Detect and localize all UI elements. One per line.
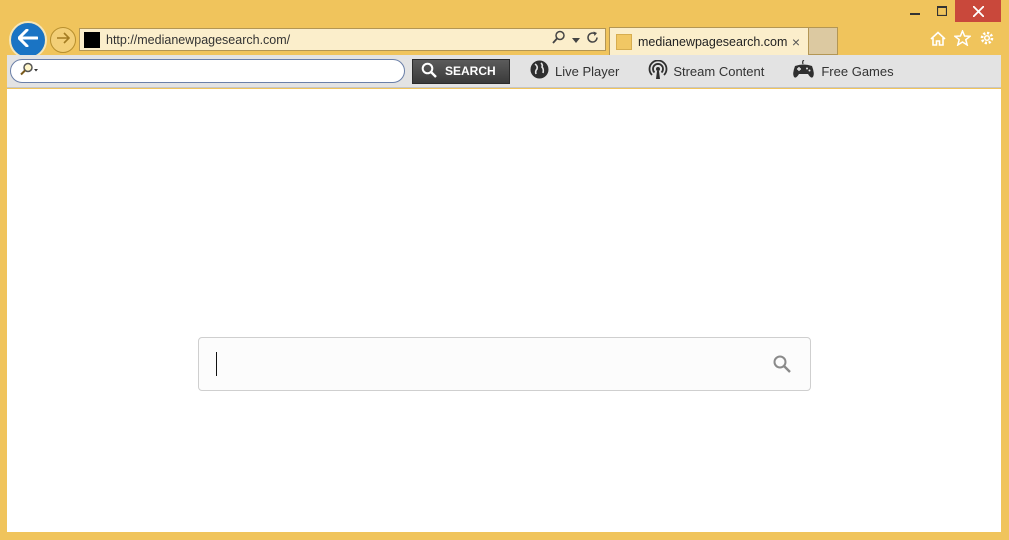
back-button[interactable] bbox=[9, 21, 47, 59]
tab-title: medianewpagesearch.com bbox=[638, 34, 788, 49]
minimize-button[interactable] bbox=[901, 0, 928, 22]
toolbar-search-input[interactable] bbox=[10, 59, 405, 83]
live-player-link[interactable]: Live Player bbox=[529, 59, 619, 83]
search-icon[interactable] bbox=[772, 354, 792, 379]
gamepad-icon bbox=[791, 58, 816, 83]
home-icon[interactable] bbox=[930, 30, 946, 51]
search-icon bbox=[19, 62, 41, 81]
new-tab-button[interactable] bbox=[809, 27, 838, 55]
tab-active[interactable]: medianewpagesearch.com × bbox=[609, 27, 809, 55]
maximize-button[interactable] bbox=[928, 0, 955, 22]
globe-icon bbox=[529, 59, 550, 83]
text-caret bbox=[216, 352, 217, 376]
forward-button[interactable] bbox=[50, 27, 76, 53]
live-player-label: Live Player bbox=[555, 63, 620, 79]
address-bar[interactable]: http://medianewpagesearch.com/ bbox=[79, 28, 606, 51]
free-games-link[interactable]: Free Games bbox=[791, 58, 894, 83]
free-games-label: Free Games bbox=[821, 63, 894, 79]
close-window-button[interactable] bbox=[955, 0, 1001, 22]
refresh-icon[interactable] bbox=[586, 31, 599, 49]
stream-content-link[interactable]: Stream Content bbox=[648, 59, 765, 83]
toolbar-search-button[interactable]: SEARCH bbox=[412, 58, 510, 84]
window-controls bbox=[901, 0, 1001, 22]
browser-window: http://medianewpagesearch.com/ medianewp… bbox=[0, 0, 1009, 540]
search-toolbar: SEARCH Live Player Stream Content Free G… bbox=[7, 55, 1001, 88]
close-tab-button[interactable]: × bbox=[792, 34, 800, 50]
url-text[interactable]: http://medianewpagesearch.com/ bbox=[106, 33, 552, 47]
site-favicon bbox=[84, 31, 100, 48]
gear-icon[interactable] bbox=[979, 30, 995, 51]
search-button-label: SEARCH bbox=[445, 64, 496, 78]
search-icon bbox=[421, 62, 437, 81]
star-icon[interactable] bbox=[953, 29, 972, 51]
page-content bbox=[7, 89, 1001, 532]
forward-arrow-icon bbox=[56, 31, 71, 49]
main-search-input[interactable] bbox=[198, 337, 811, 391]
stream-content-label: Stream Content bbox=[673, 63, 765, 79]
back-arrow-icon bbox=[17, 28, 39, 52]
broadcast-icon bbox=[648, 59, 668, 83]
search-icon[interactable] bbox=[552, 30, 566, 49]
dropdown-icon[interactable] bbox=[572, 31, 580, 49]
tab-favicon bbox=[616, 33, 632, 50]
